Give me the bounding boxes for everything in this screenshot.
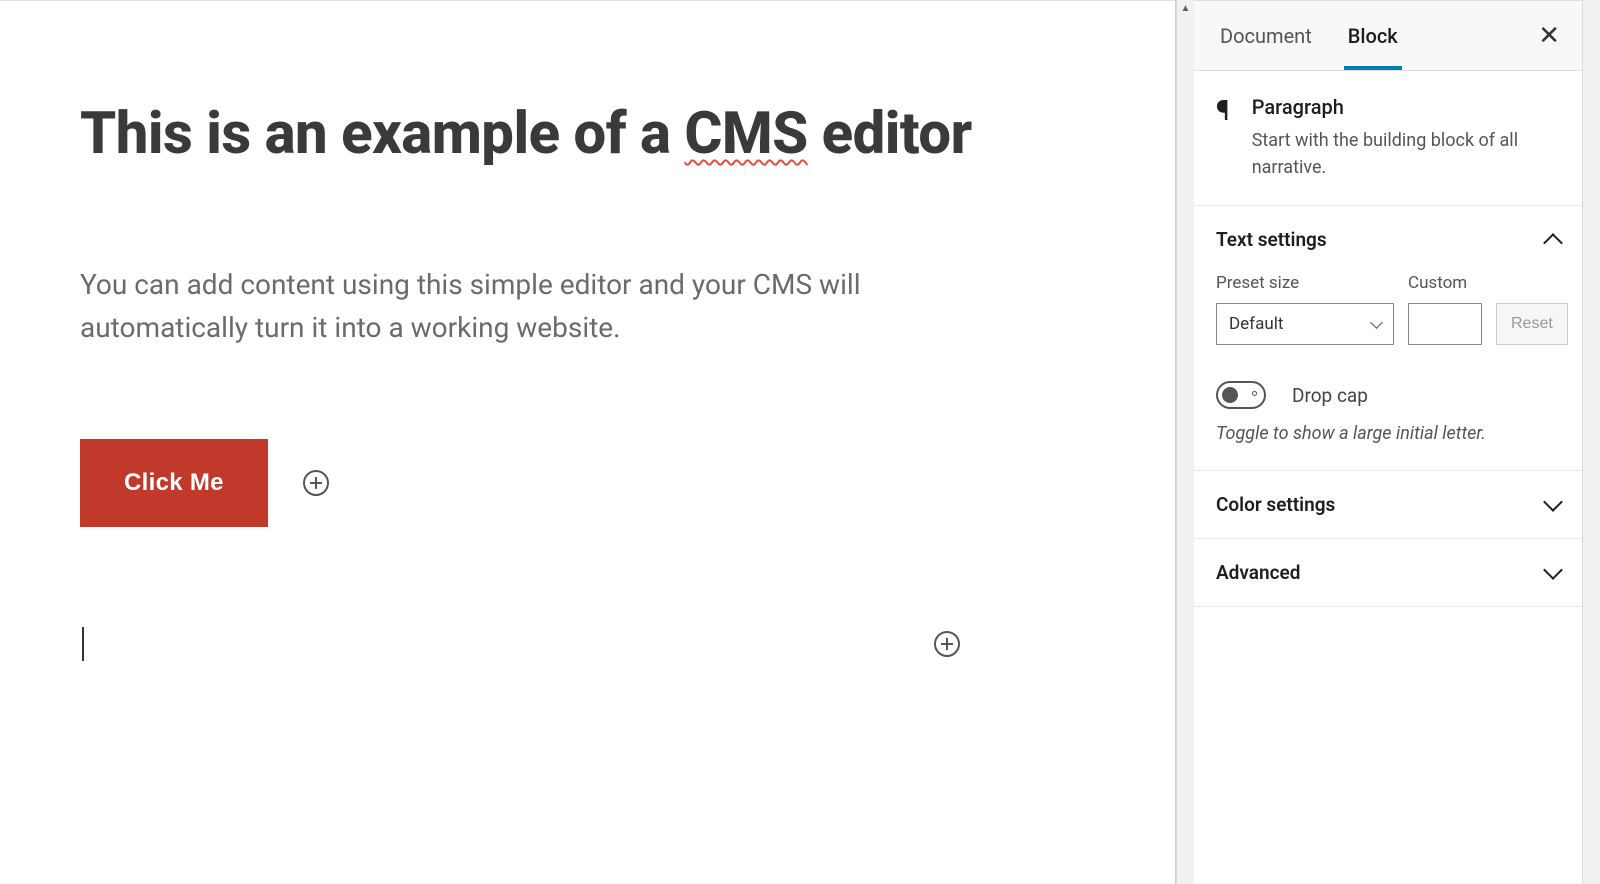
cta-button[interactable]: Click Me xyxy=(80,439,268,527)
preset-size-group: Preset size Default xyxy=(1216,273,1394,345)
chevron-up-icon xyxy=(1543,233,1563,253)
dropcap-help-text: Toggle to show a large initial letter. xyxy=(1216,423,1560,444)
paragraph-icon: ¶ xyxy=(1216,97,1230,181)
custom-size-group: Custom xyxy=(1408,273,1482,345)
panel-title: Text settings xyxy=(1216,228,1327,251)
preset-size-value: Default xyxy=(1229,314,1283,334)
font-size-controls: Preset size Default Custom Reset xyxy=(1216,273,1560,345)
tab-document[interactable]: Document xyxy=(1202,1,1330,70)
reset-button[interactable]: Reset xyxy=(1496,303,1568,345)
add-block-inline-icon[interactable] xyxy=(934,631,960,657)
dropcap-toggle-row: Drop cap xyxy=(1216,381,1560,409)
panel-text-settings: Text settings Preset size Default Custom… xyxy=(1194,206,1582,471)
text-cursor xyxy=(82,627,84,661)
empty-paragraph-block[interactable] xyxy=(80,627,980,661)
preset-size-label: Preset size xyxy=(1216,273,1394,293)
sidebar-scrollbar[interactable] xyxy=(1582,0,1600,884)
post-title[interactable]: This is an example of a CMS editor xyxy=(80,101,980,168)
editor-canvas[interactable]: This is an example of a CMS editor You c… xyxy=(0,0,1176,884)
scroll-up-icon[interactable]: ▲ xyxy=(1177,0,1194,17)
panel-header-text-settings[interactable]: Text settings xyxy=(1194,206,1582,273)
chevron-down-icon xyxy=(1543,560,1563,580)
add-block-icon[interactable] xyxy=(303,470,329,496)
close-sidebar-icon[interactable]: ✕ xyxy=(1534,17,1564,55)
panel-header-color-settings[interactable]: Color settings xyxy=(1194,471,1582,538)
settings-sidebar: Document Block ✕ ¶ Paragraph Start with … xyxy=(1194,0,1582,884)
toggle-off-indicator xyxy=(1252,391,1257,396)
panel-title: Advanced xyxy=(1216,561,1300,584)
block-type-title: Paragraph xyxy=(1252,95,1560,119)
panel-advanced: Advanced xyxy=(1194,539,1582,607)
sidebar-tabs: Document Block ✕ xyxy=(1194,1,1582,71)
paragraph-block[interactable]: You can add content using this simple ed… xyxy=(80,263,980,350)
custom-size-input[interactable] xyxy=(1408,303,1482,345)
button-block-row: Click Me xyxy=(80,439,980,527)
title-text-prefix: This is an example of a xyxy=(80,100,684,168)
dropcap-label: Drop cap xyxy=(1292,384,1368,407)
block-info-text: Paragraph Start with the building block … xyxy=(1252,95,1560,181)
chevron-down-icon xyxy=(1543,492,1563,512)
editor-content: This is an example of a CMS editor You c… xyxy=(0,1,1060,701)
toggle-knob xyxy=(1222,387,1238,403)
panel-color-settings: Color settings xyxy=(1194,471,1582,539)
panel-body-text-settings: Preset size Default Custom Reset Dr xyxy=(1194,273,1582,470)
panel-title: Color settings xyxy=(1216,493,1335,516)
title-text-highlight: CMS xyxy=(684,100,807,168)
chevron-down-icon xyxy=(1370,316,1383,329)
block-info-card: ¶ Paragraph Start with the building bloc… xyxy=(1194,71,1582,206)
panel-header-advanced[interactable]: Advanced xyxy=(1194,539,1582,606)
tab-block[interactable]: Block xyxy=(1330,1,1416,70)
title-text-suffix: editor xyxy=(808,100,972,168)
dropcap-toggle[interactable] xyxy=(1216,381,1266,409)
preset-size-select[interactable]: Default xyxy=(1216,303,1394,345)
block-type-description: Start with the building block of all nar… xyxy=(1252,127,1560,181)
custom-size-label: Custom xyxy=(1408,273,1482,293)
editor-scrollbar[interactable]: ▲ xyxy=(1176,0,1194,884)
